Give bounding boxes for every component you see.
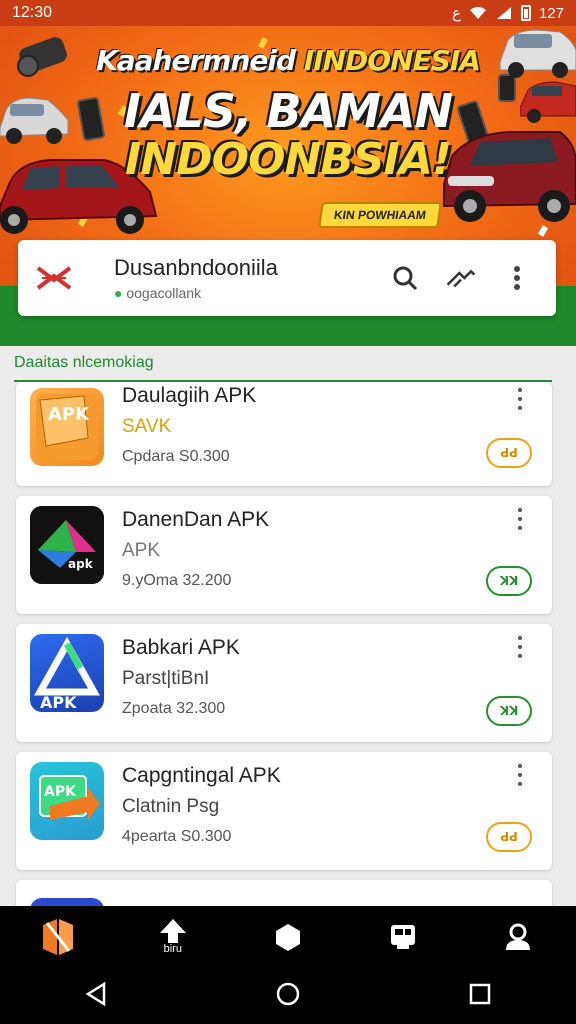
- recents-button[interactable]: [468, 982, 492, 1011]
- app-logo-icon: [36, 266, 72, 290]
- app-title: Dusanbndooniila: [114, 255, 278, 280]
- brand-logo-icon: [42, 919, 73, 955]
- back-icon: [85, 981, 105, 1006]
- search-button[interactable]: [390, 263, 420, 293]
- app-subtitle: Clatnin Psg: [122, 796, 220, 817]
- app-meta: 9.yOma 32.200: [122, 572, 232, 589]
- nav-profile[interactable]: [488, 912, 548, 962]
- app-name: Babkari APK: [122, 636, 240, 659]
- app-name: Capgntingal APK: [122, 764, 281, 787]
- more-vert-icon[interactable]: [510, 634, 530, 660]
- signal-icon: [496, 7, 511, 19]
- app-list-item[interactable]: APK Daulagiih APK SAVK Cpdara S0.300 ꓒꓒ: [16, 382, 552, 486]
- banner-headline-3: INDOONBSIA!: [124, 134, 452, 185]
- nav-device[interactable]: [373, 912, 433, 962]
- banner-headline-2: IALS, BAMAN: [123, 84, 453, 138]
- upload-icon: [159, 919, 186, 943]
- apk-prism-dark-icon: apk: [30, 506, 104, 584]
- section-heading: Daaitas nlcemokiag: [14, 354, 154, 371]
- nav-home[interactable]: [28, 912, 88, 962]
- app-header-card: Dusanbndooniila ● oogacollank: [18, 240, 556, 316]
- banner-headline-1: Kaahermneid IINDONESIA: [96, 44, 481, 77]
- tools-icon: [446, 269, 476, 288]
- app-list-item[interactable]: apk DanenDan APK APK 9.yOma 32.200 ꓘꓘ: [16, 496, 552, 614]
- profile-icon: [506, 923, 531, 950]
- more-vert-icon: [514, 266, 520, 290]
- battery-level: 127: [538, 4, 564, 22]
- more-vert-icon[interactable]: [510, 506, 530, 532]
- tools-button[interactable]: [446, 263, 476, 293]
- app-subtitle: Parst|tiBnI: [122, 668, 210, 689]
- more-vert-icon[interactable]: [510, 762, 530, 788]
- app-list-item[interactable]: APK Capgntingal APK Clatnin Psg 4pearta …: [16, 752, 552, 870]
- download-badge[interactable]: ꓘꓘ: [486, 566, 532, 596]
- app-name: Daulagiih APK: [122, 384, 257, 407]
- app-subtitle: ● oogacollank: [114, 285, 202, 301]
- apk-box-orange-icon: APK: [30, 388, 104, 466]
- nav-explore[interactable]: [258, 912, 318, 962]
- home-circle-icon: [276, 982, 300, 1005]
- battery-icon: [520, 5, 531, 21]
- app-meta: 4pearta S0.300: [122, 828, 232, 845]
- svg-text:APK: APK: [48, 404, 90, 425]
- nav-upload[interactable]: biru: [143, 912, 203, 962]
- download-badge[interactable]: ꓘꓘ: [486, 696, 532, 726]
- app-name: DanenDan APK: [122, 508, 270, 531]
- apk-triangle-blue-icon: APK: [30, 634, 104, 712]
- overflow-menu-button[interactable]: [502, 263, 532, 293]
- status-time: 12:30: [12, 4, 53, 21]
- svg-text:APK: APK: [44, 784, 77, 800]
- app-subtitle: SAVK: [122, 416, 172, 437]
- more-vert-icon[interactable]: [510, 386, 530, 412]
- app-subtitle: APK: [122, 540, 161, 561]
- nav-label: biru: [163, 943, 182, 955]
- bottom-navigation: biru: [0, 906, 576, 968]
- hexagon-icon: [275, 924, 300, 951]
- svg-text:apk: apk: [68, 557, 94, 571]
- svg-text:APK: APK: [40, 693, 77, 712]
- back-button[interactable]: [84, 981, 108, 1011]
- system-navigation: [0, 968, 576, 1024]
- wifi-icon: [469, 7, 486, 19]
- home-button[interactable]: [275, 981, 301, 1012]
- google-icon: ●: [114, 285, 123, 301]
- download-badge[interactable]: ꓒꓒ: [486, 438, 532, 468]
- app-list-item[interactable]: APK Babkari APK Parst|tiBnI Zpoata 32.30…: [16, 624, 552, 742]
- app-meta: Cpdara S0.300: [122, 448, 230, 465]
- header-actions: [390, 263, 532, 293]
- search-icon: [393, 266, 418, 291]
- apk-arrow-cyan-icon: APK: [30, 762, 104, 840]
- status-bar: 12:30 ﻉ 127: [0, 0, 576, 26]
- app-header-text: Dusanbndooniila ● oogacollank: [114, 255, 390, 301]
- device-icon: [391, 925, 416, 949]
- status-icons: ﻉ 127: [452, 4, 564, 23]
- app-meta: Zpoata 32.300: [122, 700, 226, 717]
- banner-tag[interactable]: KIN POWHIAAM: [318, 202, 442, 228]
- download-badge[interactable]: ꓒꓒ: [486, 822, 532, 852]
- notification-icon: ﻉ: [452, 5, 461, 22]
- recents-icon: [470, 983, 491, 1004]
